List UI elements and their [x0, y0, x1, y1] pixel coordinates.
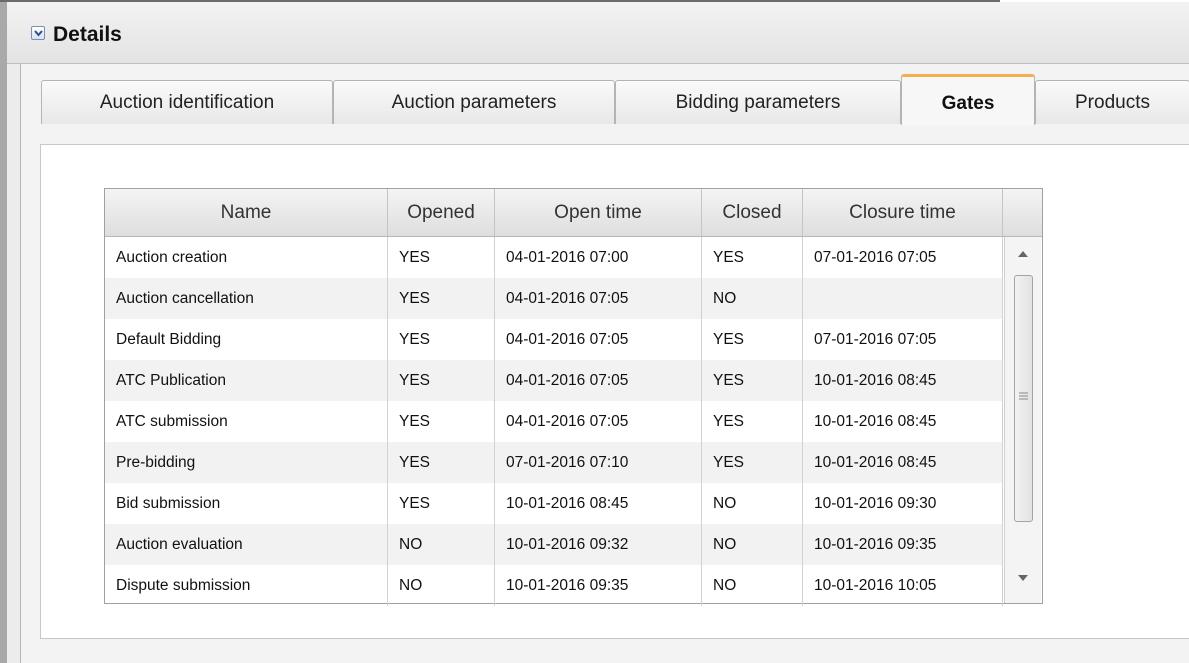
table-row[interactable]: Auction creation YES 04-01-2016 07:00 YES 07… [105, 237, 1003, 278]
column-header-closed[interactable]: Closed [702, 189, 803, 236]
cell-opened: YES [388, 360, 495, 401]
cell-open-time: 04-01-2016 07:05 [495, 319, 702, 360]
cell-closed: NO [702, 565, 803, 606]
tab-gates[interactable]: Gates [901, 74, 1035, 125]
cell-closed: NO [702, 483, 803, 524]
cell-closure-time: 07-01-2016 07:05 [803, 237, 1003, 278]
tab-bidding-parameters[interactable]: Bidding parameters [615, 80, 901, 124]
cell-name: Dispute submission [105, 565, 388, 606]
cell-name: Pre-bidding [105, 442, 388, 483]
scrollbar-thumb[interactable] [1014, 275, 1033, 522]
column-header-opened[interactable]: Opened [388, 189, 495, 236]
table-row[interactable]: Pre-bidding YES 07-01-2016 07:10 YES 10-01-2… [105, 442, 1003, 483]
cell-name: Bid submission [105, 483, 388, 524]
cell-open-time: 07-01-2016 07:10 [495, 442, 702, 483]
cell-closed: YES [702, 360, 803, 401]
cell-closed: YES [702, 401, 803, 442]
cell-name: Auction creation [105, 237, 388, 278]
cell-opened: YES [388, 483, 495, 524]
cell-name: Default Bidding [105, 319, 388, 360]
table-header: Name Opened Open time Closed Closure time [105, 189, 1042, 237]
scroll-down-icon[interactable] [1018, 575, 1028, 581]
cell-open-time: 04-01-2016 07:05 [495, 401, 702, 442]
cell-open-time: 10-01-2016 09:35 [495, 565, 702, 606]
cell-closure-time: 07-01-2016 07:05 [803, 319, 1003, 360]
column-header-name[interactable]: Name [105, 189, 388, 236]
grip-icon [1019, 392, 1028, 400]
cell-closure-time: 10-01-2016 08:45 [803, 442, 1003, 483]
cell-opened: YES [388, 278, 495, 319]
cell-opened: YES [388, 401, 495, 442]
column-header-closure-time[interactable]: Closure time [803, 189, 1003, 236]
chevron-down-icon[interactable] [31, 26, 45, 40]
cell-closure-time: 10-01-2016 08:45 [803, 401, 1003, 442]
cell-closed: NO [702, 524, 803, 565]
cell-opened: YES [388, 237, 495, 278]
cell-closure-time [803, 278, 1003, 319]
cell-opened: NO [388, 565, 495, 606]
cell-closure-time: 10-01-2016 09:30 [803, 483, 1003, 524]
vertical-scrollbar[interactable] [1004, 237, 1041, 603]
cell-open-time: 04-01-2016 07:05 [495, 360, 702, 401]
tab-products[interactable]: Products [1035, 80, 1189, 124]
cell-closure-time: 10-01-2016 10:05 [803, 565, 1003, 606]
details-panel-header: Details [7, 2, 1189, 63]
table-row[interactable]: Dispute submission NO 10-01-2016 09:35 NO 10… [105, 565, 1003, 606]
cell-closed: YES [702, 442, 803, 483]
table-row[interactable]: ATC submission YES 04-01-2016 07:05 YES 10-0… [105, 401, 1003, 442]
cell-name: ATC submission [105, 401, 388, 442]
page-title: Details [53, 23, 122, 46]
cell-closure-time: 10-01-2016 08:45 [803, 360, 1003, 401]
cell-name: ATC Publication [105, 360, 388, 401]
scroll-up-icon[interactable] [1018, 251, 1028, 257]
column-header-open-time[interactable]: Open time [495, 189, 702, 236]
tab-auction-identification[interactable]: Auction identification [41, 80, 333, 124]
table-row[interactable]: Auction cancellation YES 04-01-2016 07:05 N… [105, 278, 1003, 319]
cell-closed: YES [702, 319, 803, 360]
cell-opened: YES [388, 319, 495, 360]
cell-opened: NO [388, 524, 495, 565]
cell-name: Auction evaluation [105, 524, 388, 565]
cell-opened: YES [388, 442, 495, 483]
cell-closure-time: 10-01-2016 09:35 [803, 524, 1003, 565]
cell-open-time: 10-01-2016 09:32 [495, 524, 702, 565]
cell-closed: NO [702, 278, 803, 319]
table-row[interactable]: Auction evaluation NO 10-01-2016 09:32 NO 10… [105, 524, 1003, 565]
cell-closed: YES [702, 237, 803, 278]
table-row[interactable]: Bid submission YES 10-01-2016 08:45 NO 10-01… [105, 483, 1003, 524]
cell-name: Auction cancellation [105, 278, 388, 319]
cell-open-time: 04-01-2016 07:00 [495, 237, 702, 278]
left-gutter [0, 2, 7, 663]
cell-open-time: 10-01-2016 08:45 [495, 483, 702, 524]
tab-auction-parameters[interactable]: Auction parameters [333, 80, 615, 124]
table-row[interactable]: ATC Publication YES 04-01-2016 07:05 YES 10-… [105, 360, 1003, 401]
gates-table: Name Opened Open time Closed Closure time Au… [104, 188, 1043, 606]
table-row[interactable]: Default Bidding YES 04-01-2016 07:05 YES 07-… [105, 319, 1003, 360]
cell-open-time: 04-01-2016 07:05 [495, 278, 702, 319]
